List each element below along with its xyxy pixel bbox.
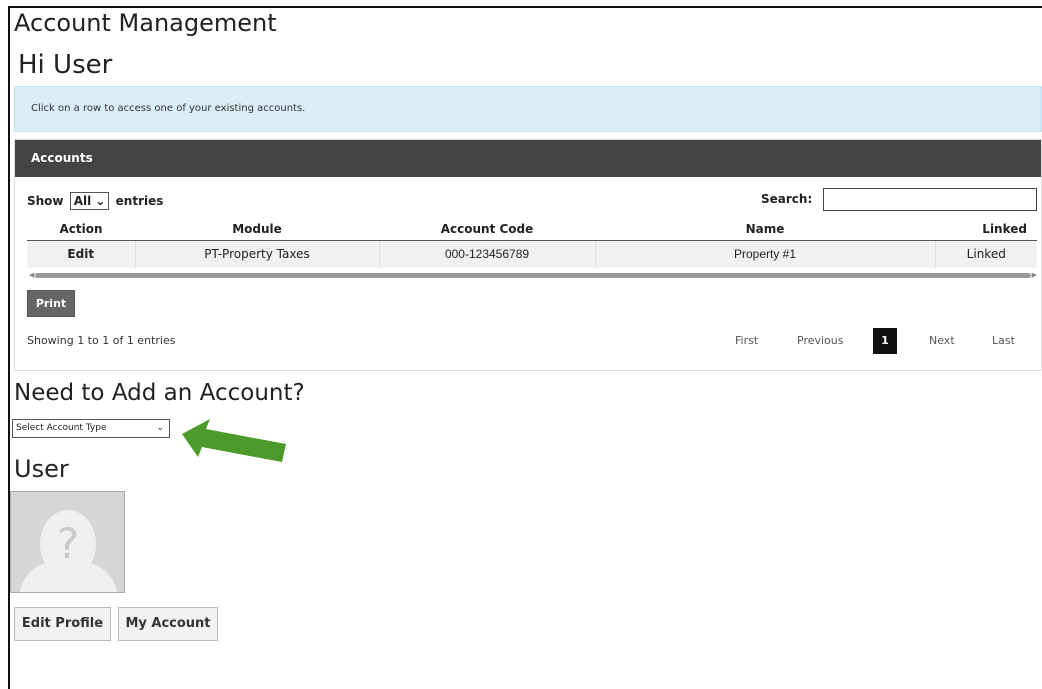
showing-info: Showing 1 to 1 of 1 entries	[27, 334, 176, 347]
edit-profile-button[interactable]: Edit Profile	[14, 607, 111, 641]
edit-link[interactable]: Edit	[27, 240, 136, 268]
my-account-button[interactable]: My Account	[118, 607, 218, 641]
info-text: Click on a row to access one of your exi…	[31, 103, 306, 114]
entries-length-value: All	[73, 194, 92, 208]
cell-name: Property #1	[595, 240, 936, 268]
green-arrow-icon	[182, 419, 286, 462]
cell-module: PT-Property Taxes	[135, 240, 380, 268]
show-label: Show	[27, 194, 64, 208]
column-header-linked[interactable]: Linked	[935, 219, 1037, 241]
greeting: Hi User	[18, 50, 113, 80]
search-input[interactable]	[823, 188, 1037, 211]
avatar: ?	[10, 491, 125, 593]
accounts-panel-title: Accounts	[15, 140, 1041, 177]
column-header-account-code[interactable]: Account Code	[379, 219, 595, 241]
add-account-heading: Need to Add an Account?	[14, 380, 305, 406]
account-type-select[interactable]: Select Account Type ⌄	[12, 419, 170, 438]
table-row[interactable]: Edit PT-Property Taxes 000-123456789 Pro…	[27, 240, 1037, 268]
pagination-first[interactable]: First	[735, 328, 758, 354]
scrollbar-thumb[interactable]	[35, 273, 1031, 278]
entries-label: entries	[115, 194, 164, 208]
scroll-left-icon[interactable]: ◀	[29, 271, 34, 280]
user-placeholder-icon: ?	[11, 492, 124, 592]
entries-length-control: Show All ⌄ entries	[27, 192, 163, 210]
pagination-previous[interactable]: Previous	[797, 328, 844, 354]
pagination-current-page[interactable]: 1	[873, 328, 897, 354]
chevron-down-icon: ⌄	[156, 423, 164, 433]
print-button[interactable]: Print	[27, 290, 75, 317]
column-header-name[interactable]: Name	[595, 219, 935, 241]
pagination-last[interactable]: Last	[992, 328, 1015, 354]
page-title: Account Management	[14, 9, 277, 37]
accounts-panel: Accounts Show All ⌄ entries Search: Acti…	[14, 139, 1042, 371]
pagination-next[interactable]: Next	[929, 328, 955, 354]
entries-length-select[interactable]: All ⌄	[69, 192, 110, 210]
user-heading: User	[14, 455, 69, 483]
chevron-down-icon: ⌄	[95, 194, 106, 208]
search-label: Search:	[761, 192, 813, 206]
scroll-right-icon[interactable]: ▶	[1032, 271, 1037, 280]
horizontal-scrollbar[interactable]: ◀ ▶	[29, 271, 1037, 280]
accounts-table: Action Module Account Code Name Linked E…	[27, 219, 1037, 268]
info-alert: Click on a row to access one of your exi…	[14, 86, 1042, 132]
column-header-action[interactable]: Action	[27, 219, 135, 241]
cell-linked: Linked	[935, 240, 1037, 268]
column-header-module[interactable]: Module	[135, 219, 379, 241]
table-header-row: Action Module Account Code Name Linked	[27, 219, 1037, 241]
cell-account-code: 000-123456789	[379, 240, 596, 268]
account-type-value: Select Account Type	[16, 423, 107, 433]
svg-text:?: ?	[57, 519, 79, 568]
